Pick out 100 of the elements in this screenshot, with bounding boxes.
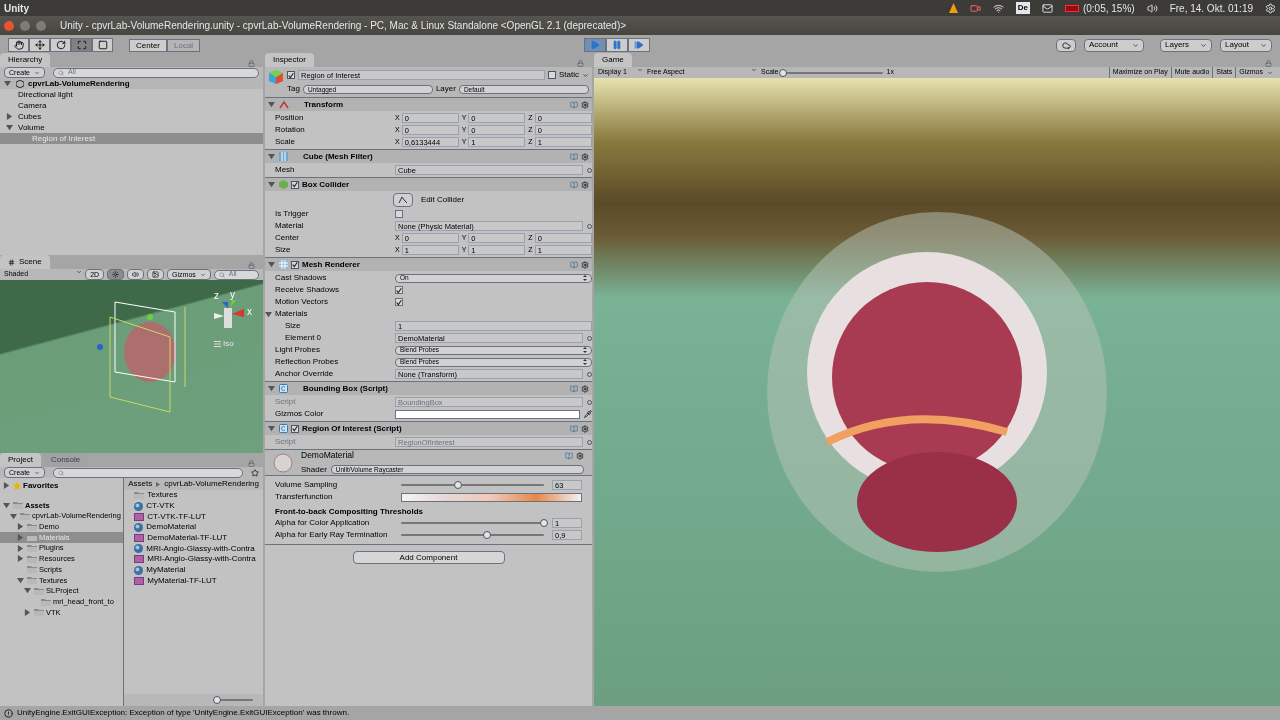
tool-button[interactable]: [50, 38, 71, 52]
component-header[interactable]: Region Of Interest (Script): [265, 422, 592, 435]
axis-gizmo-drawing[interactable]: z y x: [204, 288, 258, 334]
slider-thumb[interactable]: [482, 531, 491, 539]
expand-arrow-icon[interactable]: [268, 385, 276, 392]
settings-icon[interactable]: [581, 260, 589, 269]
edit-collider-button[interactable]: [393, 193, 413, 207]
panel-tab[interactable]: Scene: [0, 255, 50, 269]
checkbox[interactable]: [395, 286, 403, 294]
layout-dropdown[interactable]: Layout: [1220, 38, 1272, 52]
close-button[interactable]: [4, 20, 14, 31]
foldout-label[interactable]: Materials: [275, 308, 308, 320]
keyboard-layout-indicator[interactable]: De: [1015, 2, 1030, 14]
playback-button[interactable]: [606, 38, 629, 52]
tool-button[interactable]: [29, 38, 50, 52]
asset-item[interactable]: CT-VTK: [124, 500, 263, 512]
asset-item[interactable]: DemoMaterial-TF-LUT: [124, 532, 263, 544]
asset-item[interactable]: MyMaterial-TF-LUT: [124, 575, 263, 587]
slider-thumb[interactable]: [540, 519, 548, 527]
settings-icon[interactable]: [581, 180, 589, 189]
expand-arrow-icon[interactable]: [268, 425, 276, 432]
expand-arrow-icon[interactable]: [268, 101, 276, 108]
component-header[interactable]: Mesh Renderer: [265, 258, 592, 271]
expand-arrow-icon[interactable]: [17, 523, 25, 531]
expand-arrow-icon[interactable]: [265, 310, 273, 318]
breadcrumb-item[interactable]: cpvrLab-VolumeRendering: [164, 478, 259, 490]
camera-icon[interactable]: [969, 2, 981, 14]
settings-icon[interactable]: [581, 424, 589, 433]
asset-item[interactable]: MRI-Angio-Glassy-with-Contra: [124, 554, 263, 565]
checkbox[interactable]: [395, 210, 403, 218]
slider-thumb[interactable]: [454, 481, 463, 489]
pivot-toggle[interactable]: Center: [129, 38, 167, 52]
expand-arrow-icon[interactable]: [24, 587, 32, 595]
settings-icon[interactable]: [581, 384, 589, 393]
color-swatch[interactable]: [395, 409, 580, 419]
minimize-button[interactable]: [20, 20, 30, 31]
breadcrumb-item[interactable]: Assets: [128, 478, 153, 490]
scale-slider-thumb[interactable]: [778, 68, 787, 77]
expand-arrow-icon[interactable]: [17, 533, 25, 541]
checkbox[interactable]: [395, 298, 403, 306]
icon-size-slider-thumb[interactable]: [213, 696, 221, 704]
scene-viewport[interactable]: z y x Iso: [0, 280, 263, 453]
account-dropdown[interactable]: Account: [1084, 38, 1144, 52]
component-header[interactable]: Cube (Mesh Filter): [265, 150, 592, 163]
asset-item[interactable]: Textures: [124, 490, 263, 501]
checkbox[interactable]: [291, 260, 299, 269]
expand-arrow-icon[interactable]: [6, 113, 14, 120]
checkbox[interactable]: [548, 71, 556, 79]
expand-arrow-icon[interactable]: [3, 501, 11, 509]
hierarchy-item[interactable]: Camera: [0, 100, 263, 111]
traffic-cone-icon[interactable]: [948, 3, 958, 13]
checkbox[interactable]: [287, 71, 295, 79]
asset-item[interactable]: DemoMaterial: [124, 522, 263, 533]
tool-button[interactable]: [8, 38, 29, 52]
settings-icon[interactable]: [576, 451, 584, 460]
cloud-button[interactable]: [1056, 38, 1076, 52]
playback-button[interactable]: [628, 38, 651, 52]
expand-arrow-icon[interactable]: [3, 482, 11, 489]
gradient-preview[interactable]: [401, 492, 582, 502]
checkbox[interactable]: [291, 180, 299, 189]
asset-item[interactable]: CT-VTK-TF-LUT: [124, 511, 263, 523]
mail-icon[interactable]: [1041, 2, 1053, 14]
clock[interactable]: Fre, 14. Okt. 01:19: [1169, 0, 1253, 16]
hierarchy-item[interactable]: Cubes: [0, 111, 263, 122]
component-header[interactable]: Box Collider: [265, 178, 592, 191]
volume-icon[interactable]: [1146, 2, 1158, 14]
panel-tab[interactable]: Game: [594, 53, 632, 67]
component-header[interactable]: Transform: [265, 98, 592, 111]
wifi-icon[interactable]: [992, 2, 1004, 14]
expand-arrow-icon[interactable]: [6, 124, 14, 131]
eyedropper-icon[interactable]: [584, 410, 592, 418]
panel-tab[interactable]: Inspector: [265, 53, 314, 67]
favorites-item[interactable]: Favorites: [0, 480, 124, 491]
star-icon[interactable]: [251, 468, 259, 477]
settings-icon[interactable]: [581, 100, 589, 109]
scene-header[interactable]: cpvrLab-VolumeRendering: [0, 78, 263, 89]
expand-arrow-icon[interactable]: [268, 181, 276, 188]
expand-arrow-icon[interactable]: [17, 544, 25, 552]
checkbox[interactable]: [291, 424, 299, 433]
expand-arrow-icon[interactable]: [4, 80, 12, 87]
expand-arrow-icon[interactable]: [17, 555, 25, 563]
asset-item[interactable]: MyMaterial: [124, 564, 263, 576]
tool-button[interactable]: [92, 38, 113, 52]
expand-arrow-icon[interactable]: [17, 576, 25, 584]
battery-icon[interactable]: [1064, 4, 1079, 12]
search-field[interactable]: [53, 467, 243, 478]
scale-slider-track[interactable]: [782, 71, 883, 74]
expand-arrow-icon[interactable]: [24, 608, 32, 616]
asset-item[interactable]: MRI-Angio-Glassy-with-Contra: [124, 543, 263, 555]
panel-tab[interactable]: Project: [0, 453, 41, 467]
hierarchy-item[interactable]: Volume: [0, 122, 263, 133]
menu-lines-icon[interactable]: [214, 341, 221, 347]
hierarchy-item[interactable]: Directional light: [0, 89, 263, 100]
panel-tab[interactable]: Hierarchy: [0, 53, 51, 67]
expand-arrow-icon[interactable]: [268, 261, 276, 268]
add-component-button[interactable]: Add Component: [352, 551, 505, 564]
expand-arrow-icon[interactable]: [10, 512, 18, 520]
settings-icon[interactable]: [581, 152, 589, 161]
component-header[interactable]: Bounding Box (Script): [265, 382, 592, 395]
layers-dropdown[interactable]: Layers: [1160, 38, 1212, 52]
